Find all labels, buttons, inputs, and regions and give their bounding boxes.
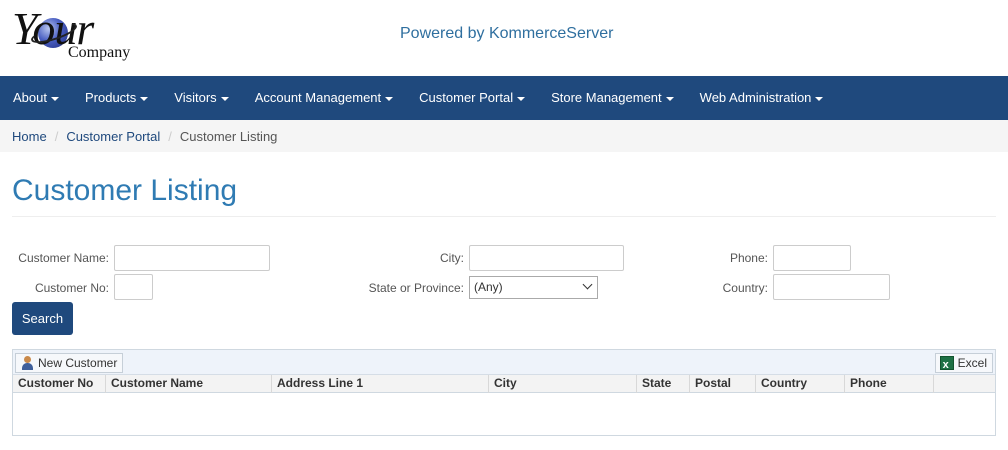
excel-export-button[interactable]: x Excel <box>934 353 993 373</box>
col-phone[interactable]: Phone <box>845 375 934 393</box>
site-header: Your Company Powered by KommerceServer <box>0 0 1008 76</box>
phone-label: Phone: <box>729 251 768 265</box>
customer-no-label: Customer No: <box>34 281 109 295</box>
caret-down-icon <box>517 96 526 101</box>
col-customer-name[interactable]: Customer Name <box>106 375 272 393</box>
breadcrumb-separator: / <box>168 128 172 144</box>
nav-label: Web Administration <box>699 90 812 105</box>
col-state[interactable]: State <box>637 375 690 393</box>
page-title: Customer Listing <box>12 174 238 207</box>
breadcrumb-customer-portal[interactable]: Customer Portal <box>66 129 160 144</box>
customer-grid: New Customer x Excel Customer No Custome… <box>12 349 996 436</box>
breadcrumb: Home / Customer Portal / Customer Listin… <box>0 120 1008 152</box>
nav-label: About <box>13 90 47 105</box>
excel-label: Excel <box>957 356 987 370</box>
state-label: State or Province: <box>368 281 464 295</box>
phone-input[interactable] <box>773 245 851 271</box>
nav-store-management[interactable]: Store Management <box>538 76 687 120</box>
nav-about[interactable]: About <box>0 76 72 120</box>
nav-label: Visitors <box>174 90 217 105</box>
company-logo[interactable]: Your Company <box>10 4 140 68</box>
caret-down-icon <box>50 96 59 101</box>
nav-visitors[interactable]: Visitors <box>161 76 241 120</box>
nav-web-administration[interactable]: Web Administration <box>687 76 837 120</box>
caret-down-icon <box>140 96 149 101</box>
col-spacer <box>934 375 995 393</box>
logo-subtitle: Company <box>68 44 131 61</box>
city-label: City: <box>440 251 464 265</box>
excel-icon: x <box>939 356 954 371</box>
country-input[interactable] <box>773 274 890 300</box>
title-divider <box>12 216 996 217</box>
powered-by-text: Powered by KommerceServer <box>400 25 614 42</box>
col-city[interactable]: City <box>489 375 637 393</box>
nav-label: Store Management <box>551 90 662 105</box>
caret-down-icon <box>665 96 674 101</box>
state-select[interactable]: (Any) <box>469 276 598 299</box>
nav-account-management[interactable]: Account Management <box>242 76 406 120</box>
grid-header-row: Customer No Customer Name Address Line 1… <box>13 375 995 393</box>
search-button[interactable]: Search <box>12 302 73 335</box>
main-navbar: About Products Visitors Account Manageme… <box>0 76 1008 120</box>
grid-toolbar: New Customer x Excel <box>13 350 995 375</box>
breadcrumb-home[interactable]: Home <box>12 129 47 144</box>
col-postal[interactable]: Postal <box>690 375 756 393</box>
nav-label: Products <box>84 90 137 105</box>
nav-products[interactable]: Products <box>72 76 161 120</box>
col-customer-no[interactable]: Customer No <box>13 375 106 393</box>
customer-name-label: Customer Name: <box>18 251 109 265</box>
caret-down-icon <box>815 96 824 101</box>
new-customer-label: New Customer <box>38 356 118 370</box>
nav-label: Customer Portal <box>419 90 514 105</box>
nav-customer-portal[interactable]: Customer Portal <box>406 76 538 120</box>
breadcrumb-current: Customer Listing <box>179 128 278 144</box>
country-label: Country: <box>722 281 768 295</box>
new-customer-button[interactable]: New Customer <box>15 353 124 373</box>
customer-name-input[interactable] <box>114 245 270 271</box>
caret-down-icon <box>220 96 229 101</box>
col-address-line-1[interactable]: Address Line 1 <box>272 375 489 393</box>
customer-no-input[interactable] <box>114 274 153 300</box>
state-selected-value: (Any) <box>474 280 503 294</box>
nav-label: Account Management <box>254 90 382 105</box>
breadcrumb-separator: / <box>54 128 59 144</box>
caret-down-icon <box>385 96 394 101</box>
city-input[interactable] <box>469 245 624 271</box>
chevron-down-icon <box>582 279 593 290</box>
user-icon <box>20 356 34 370</box>
col-country[interactable]: Country <box>756 375 845 393</box>
